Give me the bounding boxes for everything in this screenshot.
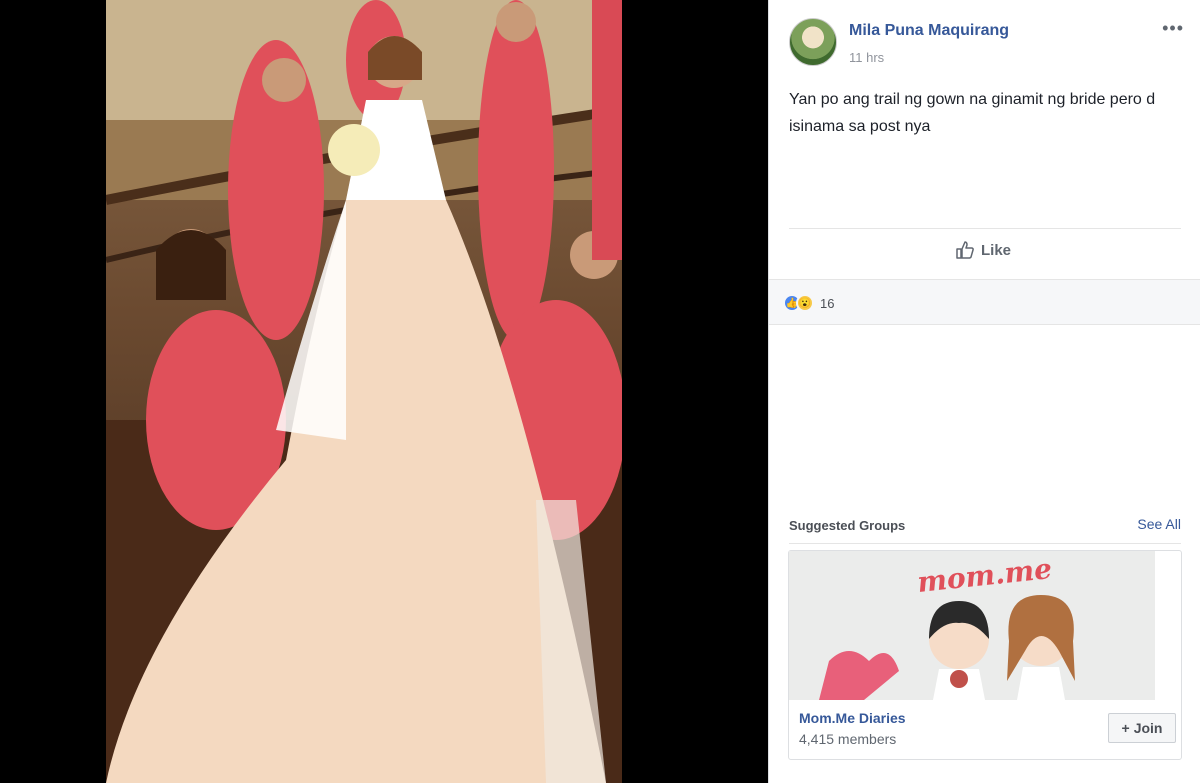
post-sidebar: Mila Puna Maquirang 11 hrs ••• Yan po an… (768, 0, 1200, 783)
reaction-count: 16 (820, 295, 835, 311)
like-button[interactable]: Like (955, 240, 1011, 260)
suggested-group-card[interactable]: mom.me Mom.Me Diaries 4,415 members + Jo… (788, 550, 1182, 760)
divider (789, 543, 1181, 544)
join-button-label: Join (1133, 720, 1163, 736)
group-cover-image[interactable]: mom.me (789, 551, 1155, 700)
group-cover-illustration (819, 595, 1075, 700)
suggested-groups-title: Suggested Groups (789, 518, 906, 533)
group-members-count: 4,415 members (799, 731, 897, 747)
plus-icon: + (1121, 720, 1130, 736)
post-text: Yan po ang trail ng gown na ginamit ng b… (789, 91, 1156, 135)
photo-viewer (0, 0, 768, 783)
reactions-bar: 👍 😮 16 (769, 279, 1200, 325)
see-all-link[interactable]: See All (1137, 516, 1181, 532)
more-options-icon[interactable]: ••• (1162, 18, 1184, 39)
reaction-summary[interactable]: 👍 😮 16 (783, 294, 834, 312)
join-group-button[interactable]: + Join (1108, 713, 1176, 743)
post-photo[interactable] (106, 0, 622, 783)
like-button-label: Like (981, 241, 1012, 259)
post-timestamp[interactable]: 11 hrs (849, 50, 884, 65)
wedding-photo-illustration (106, 0, 622, 783)
author-name[interactable]: Mila Puna Maquirang (849, 22, 1009, 40)
wow-reaction-icon: 😮 (796, 294, 814, 312)
divider (789, 228, 1181, 229)
thumbs-up-icon (956, 241, 974, 259)
author-avatar[interactable] (789, 18, 837, 66)
group-name[interactable]: Mom.Me Diaries (799, 710, 906, 726)
